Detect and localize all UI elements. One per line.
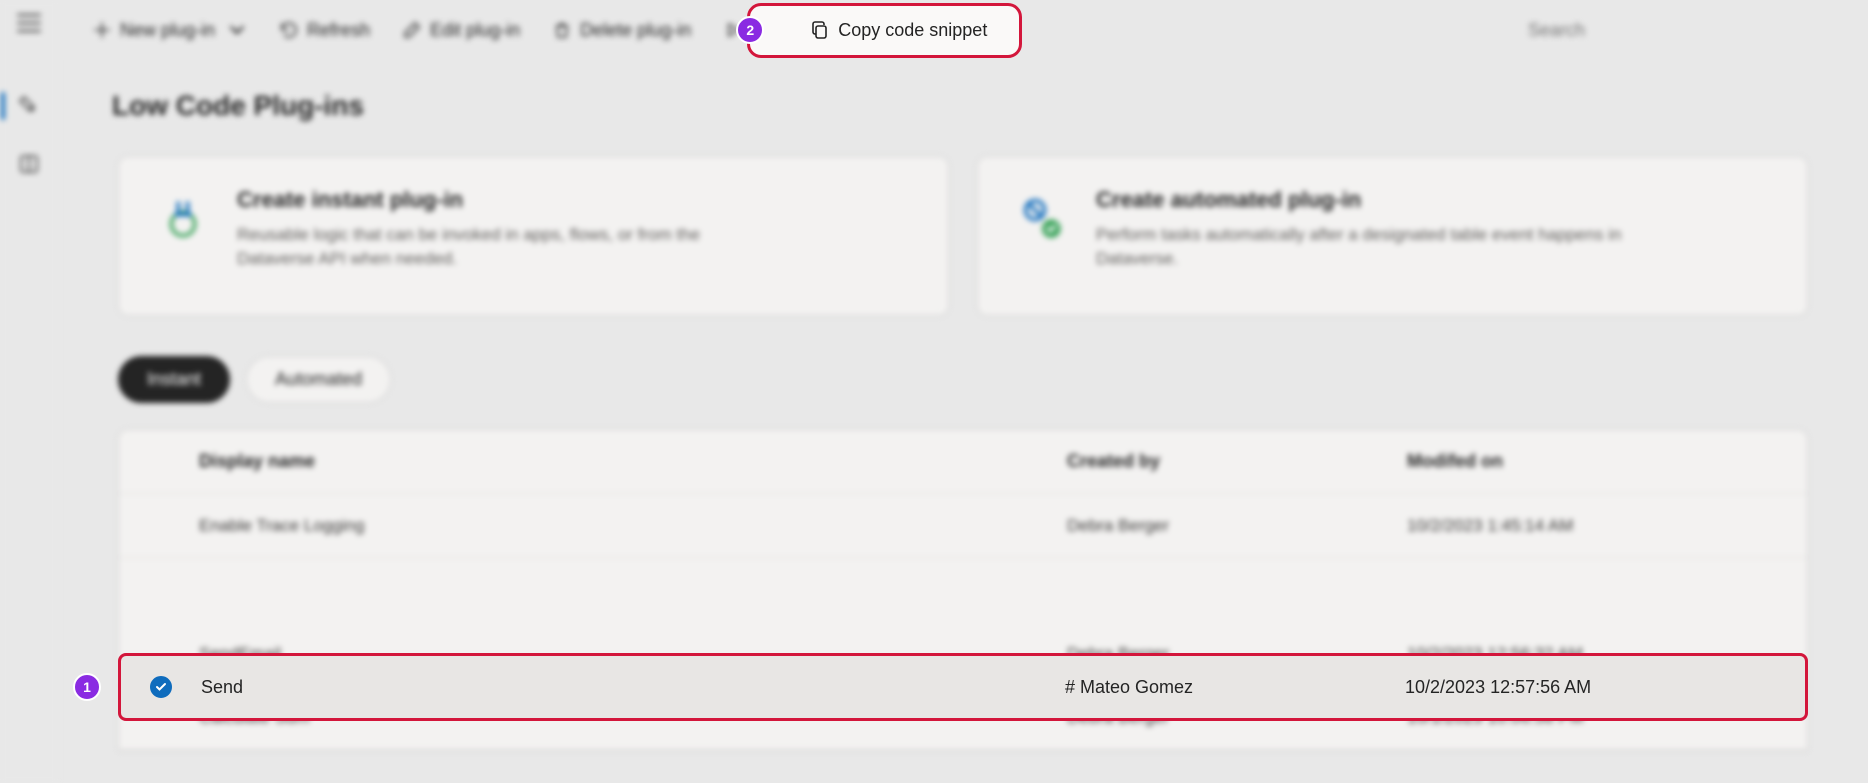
automated-plugin-icon	[1012, 187, 1072, 247]
callout-badge-2: 2	[736, 16, 764, 44]
selected-row[interactable]: 1 Send # Mateo Gomez 10/2/2023 12:57:56 …	[118, 653, 1808, 721]
search-area	[1528, 20, 1828, 41]
tabs: Instant Automated	[118, 356, 1808, 403]
col-created-by[interactable]: Created by	[1067, 451, 1407, 472]
refresh-label: Refresh	[307, 20, 370, 41]
copy-label: Copy code snippet	[838, 20, 987, 41]
delete-icon	[552, 20, 572, 40]
search-input[interactable]	[1528, 20, 1828, 41]
plus-icon	[92, 20, 112, 40]
edit-plugin-button[interactable]: Edit plug-in	[398, 14, 524, 47]
row-created-by: # Mateo Gomez	[1065, 677, 1405, 698]
page-title: Low Code Plug-ins	[112, 90, 1808, 122]
refresh-icon	[279, 20, 299, 40]
card-automated-title: Create automated plug-in	[1096, 187, 1636, 213]
table-header-row: Display name Created by Modifed on	[119, 430, 1807, 494]
left-nav-rail	[0, 0, 58, 783]
copy-code-callout: 2 Copy code snippet	[747, 3, 1022, 58]
rail-item-plugins[interactable]	[1, 82, 57, 130]
row-display-name: Send	[201, 677, 1065, 698]
row-modified-on: 10/2/2023 12:57:56 AM	[1405, 677, 1765, 698]
col-display-name[interactable]: Display name	[199, 451, 1067, 472]
delete-label: Delete plug-in	[580, 20, 691, 41]
delete-plugin-button[interactable]: Delete plug-in	[548, 14, 695, 47]
tab-instant[interactable]: Instant	[118, 356, 230, 403]
edit-label: Edit plug-in	[430, 20, 520, 41]
tab-automated[interactable]: Automated	[246, 356, 391, 403]
hamburger-icon[interactable]	[17, 14, 41, 32]
col-modified-on[interactable]: Modifed on	[1407, 451, 1767, 472]
card-create-automated[interactable]: Create automated plug-in Perform tasks a…	[977, 156, 1808, 316]
new-plugin-label: New plug-in	[120, 20, 215, 41]
card-instant-desc: Reusable logic that can be invoked in ap…	[237, 223, 777, 271]
card-create-instant[interactable]: Create instant plug-in Reusable logic th…	[118, 156, 949, 316]
callout-badge-1: 1	[73, 673, 101, 701]
new-plugin-button[interactable]: New plug-in	[88, 14, 251, 47]
command-bar: New plug-in Refresh Edit plug-in Delete …	[58, 0, 1868, 60]
copy-icon	[810, 20, 830, 40]
copy-code-snippet-button[interactable]: Copy code snippet	[806, 14, 991, 47]
row-checkbox[interactable]	[121, 676, 201, 698]
chevron-down-icon	[227, 20, 247, 40]
instant-plugin-icon	[153, 187, 213, 247]
refresh-button[interactable]: Refresh	[275, 14, 374, 47]
card-automated-desc: Perform tasks automatically after a desi…	[1096, 223, 1636, 271]
card-instant-title: Create instant plug-in	[237, 187, 777, 213]
edit-icon	[402, 20, 422, 40]
rail-item-reference[interactable]	[1, 140, 57, 188]
table-row[interactable]: Enable Trace Logging Debra Berger 10/2/2…	[119, 494, 1807, 558]
